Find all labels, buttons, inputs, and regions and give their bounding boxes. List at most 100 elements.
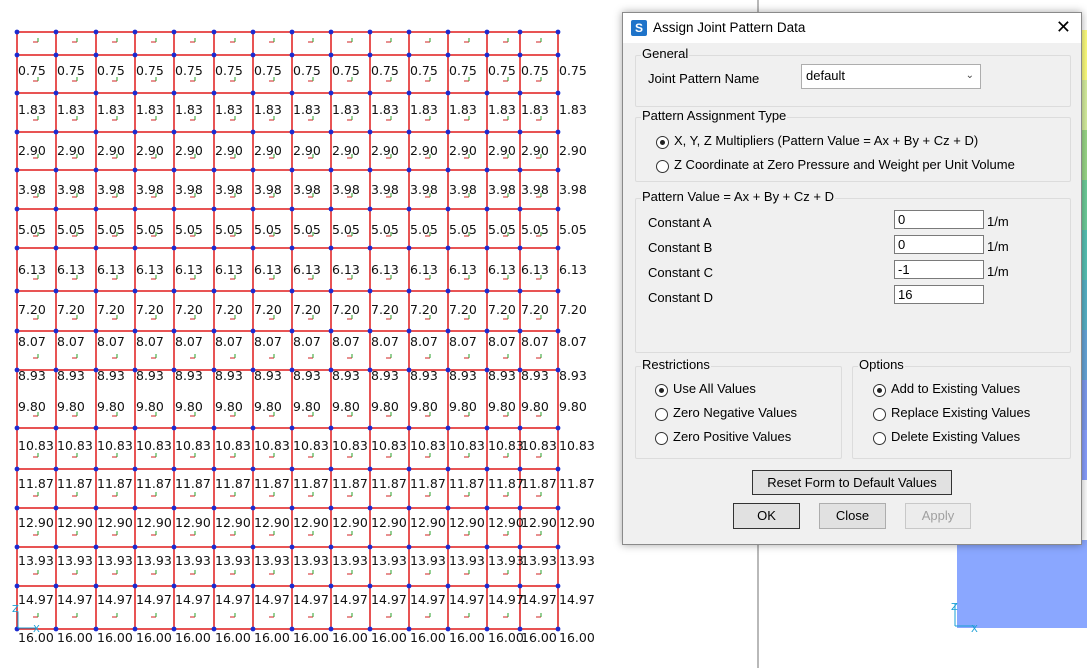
joint-point[interactable] (211, 328, 217, 334)
restriction-option-radio[interactable] (655, 384, 668, 397)
joint-point[interactable] (14, 29, 20, 35)
joint-point[interactable] (555, 288, 561, 294)
joint-point[interactable] (93, 167, 99, 173)
joint-point[interactable] (328, 288, 334, 294)
joint-point[interactable] (250, 90, 256, 96)
joint-point[interactable] (250, 466, 256, 472)
dialog-titlebar[interactable]: S Assign Joint Pattern Data ✕ (623, 13, 1081, 43)
joint-point[interactable] (289, 425, 295, 431)
joint-point[interactable] (555, 129, 561, 135)
joint-point[interactable] (14, 505, 20, 511)
joint-point[interactable] (517, 245, 523, 251)
joint-point[interactable] (171, 583, 177, 589)
joint-point[interactable] (53, 425, 59, 431)
joint-point[interactable] (328, 29, 334, 35)
joint-point[interactable] (132, 466, 138, 472)
joint-point[interactable] (289, 129, 295, 135)
joint-point[interactable] (211, 583, 217, 589)
joint-point[interactable] (250, 544, 256, 550)
joint-point[interactable] (445, 129, 451, 135)
joint-point[interactable] (211, 466, 217, 472)
joint-point[interactable] (367, 505, 373, 511)
joint-point[interactable] (328, 466, 334, 472)
joint-point[interactable] (14, 328, 20, 334)
joint-point[interactable] (93, 206, 99, 212)
joint-point[interactable] (14, 583, 20, 589)
joint-point[interactable] (445, 90, 451, 96)
joint-point[interactable] (406, 425, 412, 431)
joint-point[interactable] (555, 167, 561, 173)
joint-point[interactable] (132, 167, 138, 173)
joint-point[interactable] (211, 29, 217, 35)
apply-button[interactable]: Apply (905, 503, 971, 529)
joint-point[interactable] (517, 129, 523, 135)
joint-point[interactable] (328, 425, 334, 431)
joint-point[interactable] (367, 29, 373, 35)
joint-point[interactable] (171, 167, 177, 173)
joint-point[interactable] (517, 29, 523, 35)
joint-point[interactable] (328, 245, 334, 251)
joint-point[interactable] (289, 288, 295, 294)
restriction-option-label[interactable]: Zero Positive Values (673, 429, 791, 444)
joint-point[interactable] (367, 129, 373, 135)
joint-point[interactable] (132, 544, 138, 550)
joint-point[interactable] (289, 328, 295, 334)
joint-point[interactable] (53, 583, 59, 589)
joint-point[interactable] (406, 328, 412, 334)
joint-point[interactable] (53, 52, 59, 58)
joint-point[interactable] (132, 425, 138, 431)
joint-point[interactable] (14, 425, 20, 431)
joint-point[interactable] (93, 29, 99, 35)
joint-point[interactable] (53, 328, 59, 334)
joint-point[interactable] (484, 167, 490, 173)
joint-point[interactable] (132, 206, 138, 212)
joint-point[interactable] (14, 129, 20, 135)
joint-point[interactable] (93, 129, 99, 135)
joint-point[interactable] (484, 544, 490, 550)
joint-point[interactable] (484, 206, 490, 212)
joint-point[interactable] (406, 505, 412, 511)
reset-form-button[interactable]: Reset Form to Default Values (752, 470, 952, 495)
assign-joint-pattern-dialog[interactable]: S Assign Joint Pattern Data ✕ General Jo… (622, 12, 1082, 545)
joint-point[interactable] (171, 425, 177, 431)
joint-point[interactable] (367, 544, 373, 550)
joint-point[interactable] (93, 583, 99, 589)
joint-point[interactable] (250, 288, 256, 294)
constant-input[interactable]: -1 (894, 260, 984, 279)
joint-point[interactable] (328, 129, 334, 135)
joint-point[interactable] (555, 52, 561, 58)
joint-point[interactable] (484, 466, 490, 472)
joint-point[interactable] (93, 425, 99, 431)
joint-point[interactable] (171, 505, 177, 511)
joint-point[interactable] (484, 245, 490, 251)
joint-point[interactable] (171, 90, 177, 96)
joint-point[interactable] (406, 544, 412, 550)
joint-point[interactable] (132, 29, 138, 35)
restriction-option-radio[interactable] (655, 408, 668, 421)
joint-point[interactable] (211, 52, 217, 58)
joint-point[interactable] (289, 466, 295, 472)
joint-point[interactable] (555, 29, 561, 35)
joint-point[interactable] (132, 90, 138, 96)
ok-button[interactable]: OK (733, 503, 800, 529)
joint-point[interactable] (93, 328, 99, 334)
joint-point[interactable] (53, 505, 59, 511)
joint-point[interactable] (484, 583, 490, 589)
joint-point[interactable] (93, 245, 99, 251)
option-label[interactable]: Add to Existing Values (891, 381, 1020, 396)
option-radio[interactable] (873, 408, 886, 421)
joint-point[interactable] (14, 206, 20, 212)
joint-point[interactable] (93, 544, 99, 550)
joint-point[interactable] (517, 505, 523, 511)
joint-point[interactable] (445, 583, 451, 589)
constant-input[interactable]: 0 (894, 235, 984, 254)
joint-point[interactable] (555, 425, 561, 431)
joint-point[interactable] (53, 466, 59, 472)
joint-point[interactable] (484, 52, 490, 58)
joint-point[interactable] (53, 129, 59, 135)
joint-point[interactable] (328, 328, 334, 334)
joint-point[interactable] (367, 206, 373, 212)
joint-point[interactable] (328, 544, 334, 550)
joint-point[interactable] (171, 206, 177, 212)
joint-point[interactable] (445, 425, 451, 431)
